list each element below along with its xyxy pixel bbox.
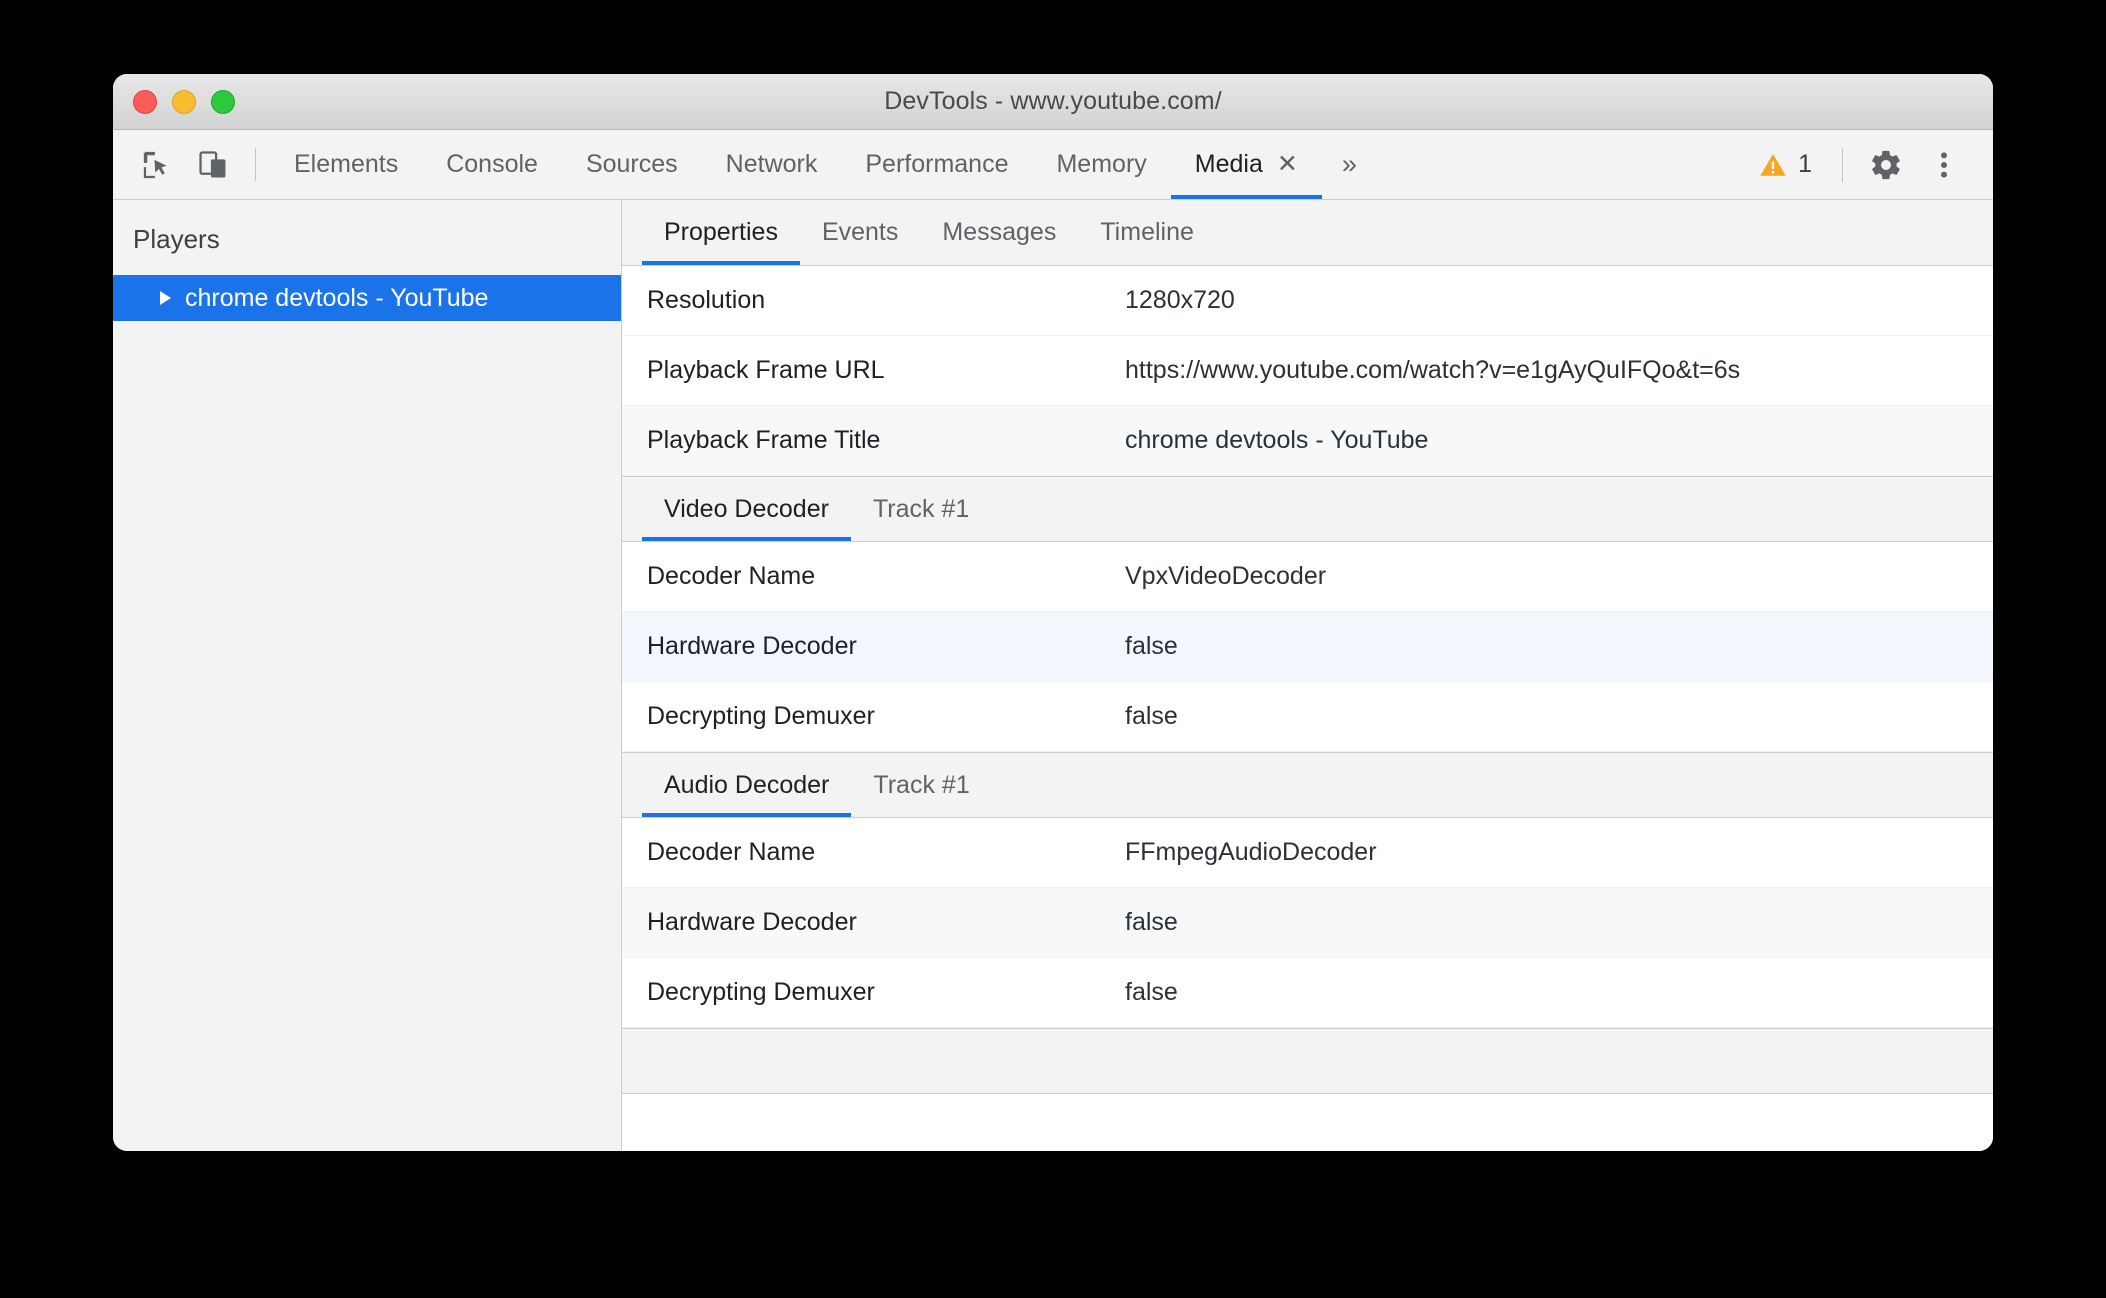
property-key: Hardware Decoder <box>647 632 857 660</box>
settings-button[interactable] <box>1859 138 1913 192</box>
gear-icon <box>1872 150 1900 179</box>
property-key: Decoder Name <box>647 562 816 590</box>
media-properties-panel: Properties Events Messages Timeline Reso… <box>622 200 1993 1151</box>
table-row[interactable]: Hardware Decoder false <box>622 888 1993 958</box>
property-key: Decoder Name <box>647 838 816 866</box>
warning-triangle-icon <box>1760 153 1786 176</box>
vertical-dots-icon <box>1941 151 1947 178</box>
tab-elements-label: Elements <box>294 150 399 178</box>
section-tab-audio-decoder[interactable]: Audio Decoder <box>642 753 852 817</box>
empty-section-bar <box>622 1028 1993 1094</box>
tab-console-label: Console <box>446 150 538 178</box>
more-panels-button[interactable]: » <box>1322 130 1377 199</box>
tab-properties[interactable]: Properties <box>642 200 800 265</box>
properties-empty-area <box>622 1094 1993 1151</box>
inspect-element-button[interactable] <box>129 130 185 199</box>
player-list-item[interactable]: chrome devtools - YouTube <box>113 275 621 321</box>
section-tab-audio-track[interactable]: Track #1 <box>851 753 991 817</box>
window-titlebar: DevTools - www.youtube.com/ <box>113 74 1993 130</box>
tab-properties-label: Properties <box>664 218 778 246</box>
tab-network[interactable]: Network <box>702 130 842 199</box>
tab-sources-label: Sources <box>585 150 678 178</box>
toolbar-divider <box>255 148 256 181</box>
property-key: Playback Frame URL <box>647 356 885 384</box>
devtools-main-toolbar: Elements Console Sources Network Perform… <box>113 130 1993 200</box>
table-row[interactable]: Decrypting Demuxer false <box>622 682 1993 752</box>
tab-events[interactable]: Events <box>800 200 920 265</box>
section-tab-video-decoder[interactable]: Video Decoder <box>642 477 851 541</box>
panel-tab-bar: Elements Console Sources Network Perform… <box>270 130 1377 199</box>
section-tab-audio-decoder-label: Audio Decoder <box>664 770 830 799</box>
tab-timeline[interactable]: Timeline <box>1078 200 1216 265</box>
tab-timeline-label: Timeline <box>1100 218 1194 246</box>
property-value: false <box>1125 978 1178 1006</box>
property-value: FFmpegAudioDecoder <box>1125 838 1377 866</box>
device-toolbar-icon <box>199 150 226 177</box>
tab-performance-label: Performance <box>865 150 1009 178</box>
property-value: false <box>1125 632 1178 660</box>
table-row[interactable]: Playback Frame Title chrome devtools - Y… <box>622 406 1993 476</box>
tab-media[interactable]: Media ✕ <box>1170 130 1322 199</box>
toolbar-right-divider <box>1842 147 1843 182</box>
tab-media-label: Media <box>1194 150 1263 178</box>
window-title: DevTools - www.youtube.com/ <box>884 87 1222 115</box>
property-key: Playback Frame Title <box>647 426 881 454</box>
property-value: false <box>1125 908 1178 936</box>
chevron-double-right-icon: » <box>1341 149 1357 179</box>
property-key: Resolution <box>647 286 766 314</box>
video-decoder-section-bar: Video Decoder Track #1 <box>622 476 1993 542</box>
section-tab-video-track[interactable]: Track #1 <box>851 477 991 541</box>
property-value: https://www.youtube.com/watch?v=e1gAyQuI… <box>1125 356 1741 384</box>
section-tab-video-track-label: Track #1 <box>872 494 970 523</box>
warning-indicator[interactable]: 1 <box>1744 150 1826 180</box>
table-row[interactable]: Resolution 1280x720 <box>622 266 1993 336</box>
table-row[interactable]: Decoder Name VpxVideoDecoder <box>622 542 1993 612</box>
property-value: 1280x720 <box>1125 286 1235 314</box>
tab-events-label: Events <box>821 218 899 246</box>
audio-decoder-section-bar: Audio Decoder Track #1 <box>622 752 1993 818</box>
table-row[interactable]: Decrypting Demuxer false <box>622 958 1993 1028</box>
property-value: false <box>1125 702 1178 730</box>
table-row[interactable]: Playback Frame URL https://www.youtube.c… <box>622 336 1993 406</box>
tab-network-label: Network <box>725 150 818 178</box>
tab-messages[interactable]: Messages <box>920 200 1078 265</box>
section-tab-audio-track-label: Track #1 <box>873 770 970 799</box>
property-value: VpxVideoDecoder <box>1125 562 1327 590</box>
close-window-icon[interactable] <box>133 89 157 114</box>
tab-performance[interactable]: Performance <box>841 130 1032 199</box>
property-key: Decrypting Demuxer <box>647 978 875 1006</box>
expand-triangle-icon[interactable] <box>160 291 171 305</box>
tab-memory-label: Memory <box>1056 150 1147 178</box>
zoom-window-icon[interactable] <box>211 89 235 114</box>
property-key: Decrypting Demuxer <box>647 702 875 730</box>
warning-count: 1 <box>1798 150 1812 178</box>
close-icon[interactable]: ✕ <box>1277 152 1298 177</box>
property-key: Hardware Decoder <box>647 908 857 936</box>
toolbar-right-group: 1 <box>1744 130 1993 199</box>
device-toolbar-button[interactable] <box>185 130 241 199</box>
tab-sources[interactable]: Sources <box>562 130 702 199</box>
table-row[interactable]: Hardware Decoder false <box>622 612 1993 682</box>
section-tab-video-decoder-label: Video Decoder <box>664 494 829 523</box>
devtools-window: DevTools - www.youtube.com/ Elements Con… <box>113 74 1993 1151</box>
media-tab-bar: Properties Events Messages Timeline <box>622 200 1993 266</box>
screen-root: DevTools - www.youtube.com/ Elements Con… <box>0 0 2106 1298</box>
more-options-button[interactable] <box>1917 138 1971 192</box>
player-list-item-label: chrome devtools - YouTube <box>185 283 489 312</box>
players-sidebar: Players chrome devtools - YouTube <box>113 200 622 1151</box>
table-row[interactable]: Decoder Name FFmpegAudioDecoder <box>622 818 1993 888</box>
minimize-window-icon[interactable] <box>172 89 196 114</box>
devtools-body: Players chrome devtools - YouTube Proper… <box>113 200 1993 1151</box>
traffic-lights <box>133 89 235 114</box>
properties-list: Resolution 1280x720 Playback Frame URL h… <box>622 266 1993 1151</box>
tab-elements[interactable]: Elements <box>270 130 422 199</box>
tab-memory[interactable]: Memory <box>1032 130 1170 199</box>
tab-console[interactable]: Console <box>422 130 562 199</box>
property-value: chrome devtools - YouTube <box>1125 426 1429 454</box>
players-header: Players <box>133 224 220 254</box>
inspect-element-icon <box>143 151 167 178</box>
tab-messages-label: Messages <box>942 218 1057 246</box>
